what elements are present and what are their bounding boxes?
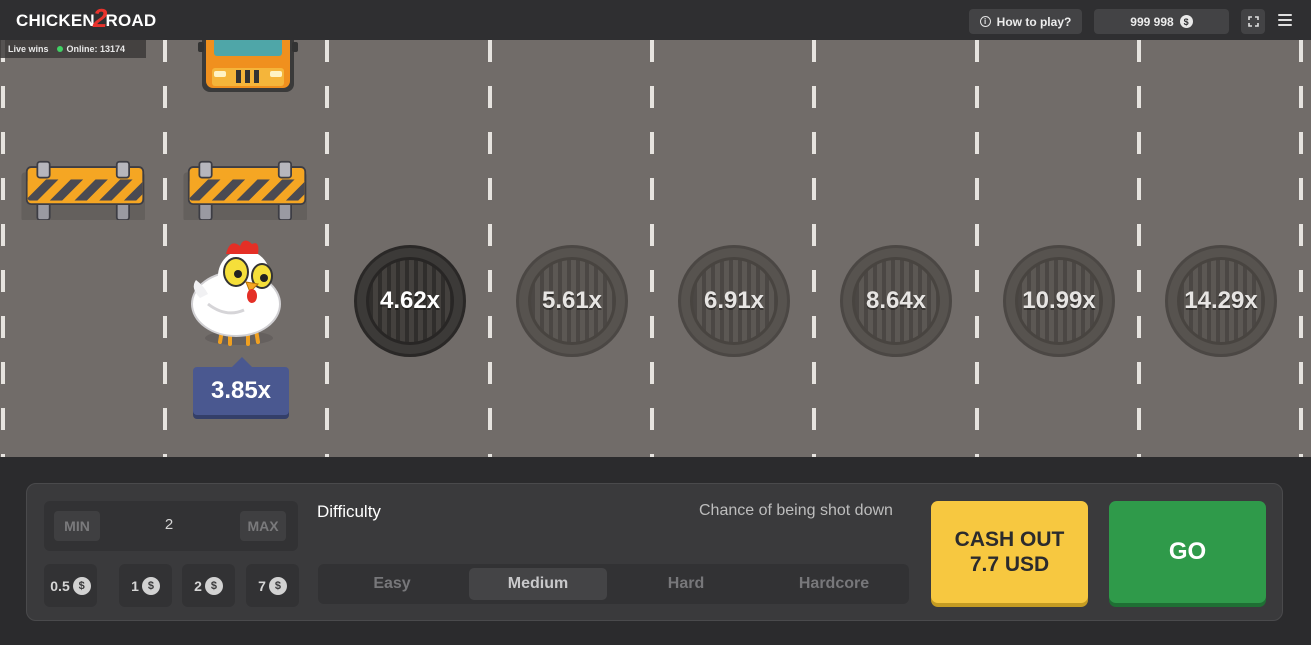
how-to-play-button[interactable]: i How to play? — [969, 9, 1082, 34]
lane-divider — [1137, 40, 1141, 457]
game-road: 3.85x 4.62x 5.61x 6.91x 8.64x 10.99x 14.… — [0, 40, 1311, 457]
current-multiplier-tag: 3.85x — [193, 357, 289, 415]
lane-divider — [650, 40, 654, 457]
bet-amount-stepper: MIN 2 MAX — [44, 501, 298, 551]
quick-bet-value: 0.5 — [50, 577, 70, 594]
info-icon: i — [979, 16, 991, 27]
quick-bet-value: 7 — [258, 577, 266, 594]
dollar-coin-icon: $ — [1179, 15, 1193, 28]
quick-bet-button[interactable]: 1 $ — [119, 564, 172, 607]
manhole-step[interactable]: 4.62x — [354, 245, 466, 357]
manhole-multiplier: 5.61x — [541, 287, 603, 314]
lane-divider — [1, 40, 5, 457]
control-area: MIN 2 MAX 0.5 $ 1 $ 2 $ 7 $ Difficulty C… — [0, 457, 1311, 645]
dollar-coin-icon: $ — [72, 576, 91, 595]
lane-divider — [1299, 40, 1303, 457]
current-multiplier-value: 3.85x — [210, 377, 272, 404]
bet-max-button[interactable]: MAX — [240, 511, 286, 541]
logo-text-chicken: CHICKEN — [16, 11, 95, 30]
bet-min-button[interactable]: MIN — [54, 511, 100, 541]
lane-divider — [163, 40, 167, 457]
balance-display: 999 998 $ — [1094, 9, 1229, 34]
difficulty-tab-hard[interactable]: Hard — [617, 568, 755, 600]
bet-amount-input[interactable]: 2 — [144, 516, 194, 533]
manhole-step: 14.29x — [1165, 245, 1277, 357]
quick-bet-button[interactable]: 0.5 $ — [44, 564, 97, 607]
how-to-play-label: How to play? — [996, 14, 1072, 29]
manhole-step: 5.61x — [516, 245, 628, 357]
lane-divider — [488, 40, 492, 457]
road-barrier-icon — [21, 160, 145, 220]
control-panel: MIN 2 MAX 0.5 $ 1 $ 2 $ 7 $ Difficulty C… — [26, 483, 1283, 621]
dollar-coin-icon: $ — [268, 576, 287, 595]
lane-divider — [812, 40, 816, 457]
difficulty-tab-hardcore[interactable]: Hardcore — [765, 568, 903, 600]
live-stats-bar: Live wins Online: 13174 — [0, 40, 146, 58]
logo-text-road: ROAD — [105, 11, 157, 30]
quick-bet-button[interactable]: 2 $ — [182, 564, 235, 607]
manhole-multiplier: 14.29x — [1184, 287, 1258, 314]
cash-out-amount: 7.7 USD — [969, 553, 1050, 576]
manhole-multiplier: 6.91x — [703, 287, 765, 314]
dollar-coin-icon: $ — [204, 576, 223, 595]
quick-bet-button[interactable]: 7 $ — [246, 564, 299, 607]
top-bar: CHICKEN 2 ROAD i How to play? 999 998 $ — [0, 0, 1311, 40]
lane-divider — [975, 40, 979, 457]
online-count: Online: 13174 — [56, 44, 126, 54]
logo-text-two: 2 — [92, 2, 108, 33]
cash-out-label: CASH OUT — [954, 528, 1065, 551]
go-label: GO — [1168, 538, 1207, 565]
fullscreen-icon — [1247, 16, 1259, 27]
difficulty-tab-medium[interactable]: Medium — [469, 568, 607, 600]
quick-bet-value: 2 — [194, 577, 202, 594]
difficulty-label: Difficulty — [317, 502, 381, 521]
dollar-coin-icon: $ — [141, 576, 160, 595]
go-button[interactable]: GO — [1109, 501, 1266, 603]
chicken-icon — [191, 240, 281, 346]
truck-icon — [198, 40, 298, 92]
manhole-step: 10.99x — [1003, 245, 1115, 357]
manhole-step: 8.64x — [840, 245, 952, 357]
road-barrier-icon — [183, 160, 307, 220]
online-count-text: Online: 13174 — [66, 44, 126, 54]
difficulty-selector: Easy Medium Hard Hardcore — [318, 564, 909, 604]
lane-divider — [325, 40, 329, 457]
game-logo: CHICKEN 2 ROAD — [16, 3, 157, 34]
balance-value: 999 998 — [1130, 14, 1174, 29]
chance-label: Chance of being shot down — [699, 502, 893, 519]
manhole-multiplier: 8.64x — [865, 287, 927, 314]
fullscreen-button[interactable] — [1241, 9, 1265, 34]
manhole-multiplier: 10.99x — [1022, 287, 1096, 314]
manhole-step: 6.91x — [678, 245, 790, 357]
live-wins-label: Live wins — [8, 44, 49, 54]
cash-out-button[interactable]: CASH OUT 7.7 USD — [931, 501, 1088, 603]
hamburger-menu-icon[interactable] — [1278, 14, 1292, 26]
difficulty-tab-easy[interactable]: Easy — [323, 568, 461, 600]
quick-bet-value: 1 — [131, 577, 139, 594]
online-dot-icon — [56, 46, 63, 52]
manhole-multiplier: 4.62x — [379, 287, 441, 314]
